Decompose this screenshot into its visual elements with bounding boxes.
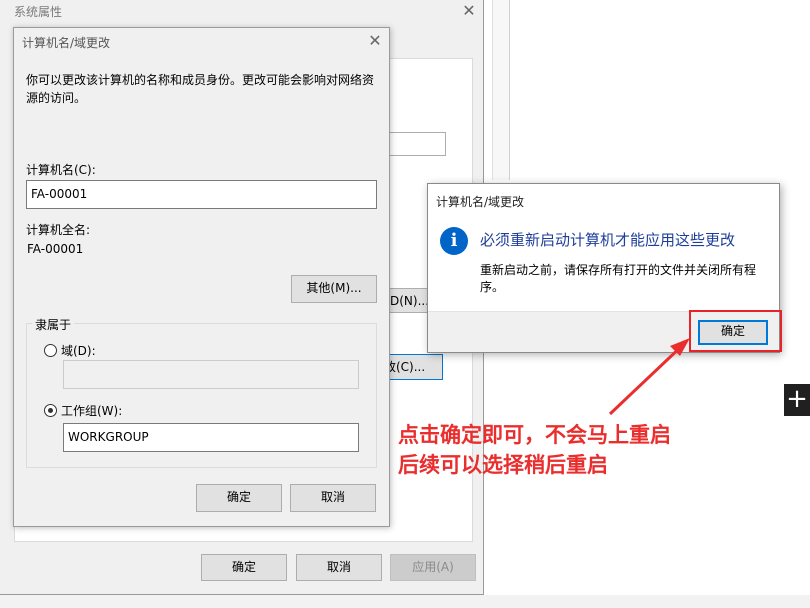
full-name-value: FA-00001 [27,242,84,256]
info-icon: i [440,227,468,255]
annotation-line-1: 点击确定即可，不会马上重启 [398,423,671,447]
background-window-edge [492,0,510,180]
dialog-cancel-button[interactable]: 取消 [290,484,376,512]
message-sub-text: 重新启动之前，请保存所有打开的文件并关闭所有程序。 [480,263,757,294]
workgroup-input[interactable]: WORKGROUP [63,423,359,452]
system-cancel-button[interactable]: 取消 [296,554,382,581]
workgroup-label: 工作组(W): [61,404,123,418]
system-apply-button[interactable]: 应用(A) [390,554,476,581]
computer-name-dialog-title: 计算机名/域更改 [22,36,111,50]
more-button[interactable]: 其他(M)... [291,275,377,303]
computer-name-label: 计算机名(C): [26,163,96,177]
close-icon[interactable]: ✕ [364,30,386,52]
highlight-box [689,310,782,352]
domain-input[interactable] [63,360,359,389]
dialog-description: 你可以更改该计算机的名称和成员身份。更改可能会影响对网络资源的访问。 [26,73,375,105]
system-properties-title: 系统属性 [14,5,63,19]
plus-icon[interactable]: + [784,384,810,416]
domain-radio[interactable] [44,344,57,357]
computer-name-input[interactable]: FA-00001 [26,180,377,209]
annotation-line-2: 后续可以选择稍后重启 [398,453,608,477]
message-main-text: 必须重新启动计算机才能应用这些更改 [480,231,736,249]
dialog-ok-button[interactable]: 确定 [196,484,282,512]
annotation-text: 点击确定即可，不会马上重启 后续可以选择稍后重启 [398,420,671,480]
member-of-label: 隶属于 [32,316,75,333]
computer-description-field[interactable] [384,132,446,156]
taskbar-edge [0,595,810,608]
close-icon[interactable]: ✕ [458,0,480,22]
computer-name-dialog: 计算机名/域更改 ✕ 你可以更改该计算机的名称和成员身份。更改可能会影响对网络资… [13,27,390,527]
full-name-label: 计算机全名: [26,223,91,237]
workgroup-radio[interactable] [44,404,57,417]
message-box-title: 计算机名/域更改 [436,195,525,209]
domain-label: 域(D): [61,344,96,358]
system-ok-button[interactable]: 确定 [201,554,287,581]
